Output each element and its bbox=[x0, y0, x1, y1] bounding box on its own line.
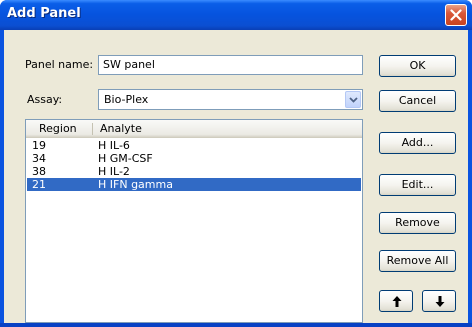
arrow-down-icon bbox=[435, 296, 445, 307]
add-panel-dialog: Add Panel Panel name: SW panel Assay: Bi… bbox=[0, 0, 472, 327]
region-cell: 38 bbox=[32, 165, 46, 178]
window-title: Add Panel bbox=[7, 6, 81, 21]
cancel-button[interactable]: Cancel bbox=[379, 90, 456, 112]
column-header-analyte[interactable]: Analyte bbox=[100, 122, 142, 135]
window-frame-bottom bbox=[0, 323, 472, 327]
analyte-cell: H GM-CSF bbox=[98, 152, 153, 165]
analyte-cell: H IL-6 bbox=[98, 139, 130, 152]
region-cell: 19 bbox=[32, 139, 46, 152]
move-up-button[interactable] bbox=[379, 290, 413, 312]
column-separator[interactable] bbox=[92, 123, 93, 135]
dialog-body: Panel name: SW panel Assay: Bio-Plex Reg… bbox=[4, 30, 468, 323]
assay-dropdown-button[interactable] bbox=[345, 91, 361, 108]
arrow-up-icon bbox=[392, 296, 402, 307]
region-cell: 21 bbox=[32, 178, 46, 191]
column-header-region[interactable]: Region bbox=[39, 122, 77, 135]
region-cell: 34 bbox=[32, 152, 46, 165]
chevron-down-icon bbox=[349, 97, 358, 103]
close-icon bbox=[450, 9, 462, 21]
panel-name-input[interactable]: SW panel bbox=[98, 55, 363, 75]
assay-label: Assay: bbox=[27, 93, 63, 106]
edit-button[interactable]: Edit... bbox=[379, 174, 456, 196]
title-bar[interactable]: Add Panel bbox=[0, 0, 472, 30]
panel-name-label: Panel name: bbox=[25, 58, 94, 71]
table-row[interactable]: 38 H IL-2 bbox=[27, 165, 361, 178]
assay-select[interactable]: Bio-Plex bbox=[98, 89, 363, 110]
analyte-cell: H IL-2 bbox=[98, 165, 130, 178]
table-row[interactable]: 34 H GM-CSF bbox=[27, 152, 361, 165]
ok-button[interactable]: OK bbox=[379, 55, 456, 77]
table-row[interactable]: 19 H IL-6 bbox=[27, 139, 361, 152]
close-button[interactable] bbox=[445, 4, 467, 26]
analyte-list[interactable]: Region Analyte 19 H IL-6 34 H GM-CSF 38 H IL-… bbox=[25, 119, 363, 323]
remove-button[interactable]: Remove bbox=[379, 212, 456, 234]
add-button[interactable]: Add... bbox=[379, 132, 456, 154]
assay-selected-value: Bio-Plex bbox=[104, 93, 149, 106]
list-header: Region Analyte bbox=[26, 120, 362, 138]
table-row[interactable]: 21 H IFN gamma bbox=[27, 178, 361, 191]
move-down-button[interactable] bbox=[422, 290, 456, 312]
remove-all-button[interactable]: Remove All bbox=[379, 250, 456, 272]
analyte-cell: H IFN gamma bbox=[98, 178, 173, 191]
